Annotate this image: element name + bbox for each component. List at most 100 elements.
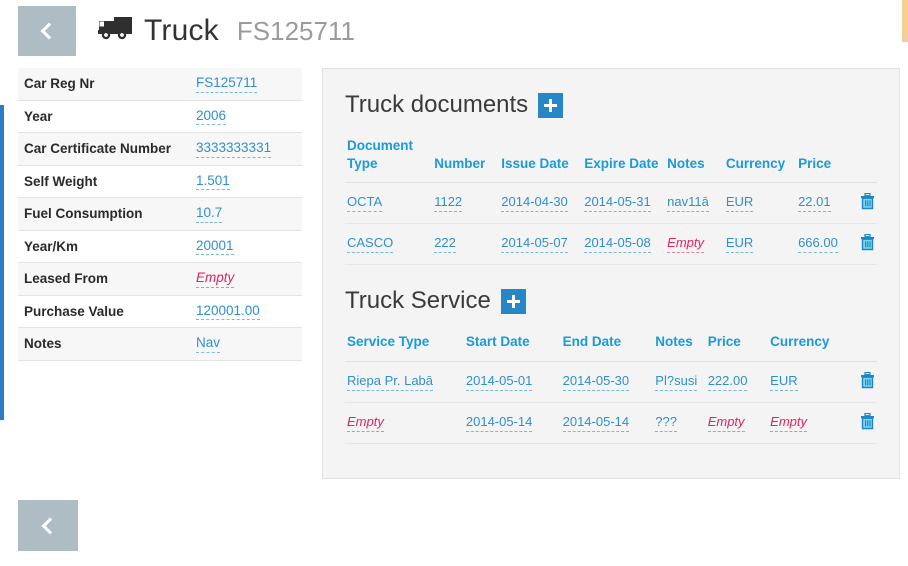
column-header[interactable]: Expire Date (582, 135, 666, 184)
detail-label: Notes (24, 336, 62, 352)
cell-value-editable[interactable]: 2014-05-01 (465, 373, 533, 391)
table-cell: Pl?susi (653, 361, 706, 403)
column-header-actions (852, 135, 877, 184)
column-header[interactable]: Notes (665, 135, 724, 184)
detail-value-editable[interactable]: 1.501 (196, 173, 230, 191)
cell-value-editable[interactable]: 2014-05-08 (584, 236, 651, 254)
trash-icon[interactable] (860, 234, 875, 254)
cell-value-editable[interactable]: EUR (770, 373, 798, 391)
scroll-position-marker[interactable] (902, 0, 908, 42)
column-header[interactable]: Document Type (345, 135, 433, 184)
trash-icon[interactable] (860, 193, 875, 213)
cell-value-editable[interactable]: 222 (434, 236, 456, 254)
truck-service-table: Service Type Start Date End Date Notes Price… (345, 331, 877, 444)
cell-value-editable[interactable]: Riepa Pr. Labā (347, 373, 434, 391)
cell-value-editable[interactable]: CASCO (347, 236, 394, 254)
cell-value-editable[interactable]: 2014-04-30 (501, 195, 568, 213)
detail-value-editable[interactable]: Empty (196, 270, 235, 288)
add-document-button[interactable] (538, 92, 564, 118)
detail-value-cell: 120001.00 (190, 295, 302, 328)
cell-value-editable[interactable]: 2014-05-31 (584, 195, 651, 213)
cell-value-editable[interactable]: EUR (725, 236, 754, 254)
trash-icon[interactable] (860, 412, 875, 433)
table-row: Year/Km 20001 (18, 230, 302, 263)
cell-value-editable[interactable]: Empty (667, 236, 704, 254)
column-header[interactable]: Price (705, 331, 769, 362)
table-row: Self Weight 1.501 (18, 165, 302, 198)
page-title-text: Truck (144, 14, 219, 47)
page-title: Truck FS125711 (98, 14, 355, 48)
trash-icon[interactable] (860, 371, 875, 392)
detail-label: Purchase Value (24, 303, 124, 319)
cell-value-editable[interactable]: 22.01 (798, 195, 831, 213)
column-header[interactable]: Notes (653, 331, 706, 362)
back-button[interactable] (18, 6, 76, 56)
table-cell: Empty (345, 402, 464, 444)
table-row: Car Reg Nr FS125711 (18, 68, 302, 101)
cell-value-editable[interactable]: nav11ā (667, 195, 709, 213)
detail-value-editable[interactable]: 10.7 (196, 205, 223, 223)
column-header[interactable]: Price (796, 135, 853, 184)
detail-value-editable[interactable]: FS125711 (196, 75, 258, 93)
table-cell: CASCO (345, 223, 433, 266)
column-header[interactable]: Currency (723, 135, 797, 184)
detail-value-editable[interactable]: 2006 (196, 108, 227, 126)
cell-value-editable[interactable]: 2014-05-14 (465, 414, 533, 432)
table-cell: 1122 (432, 182, 500, 225)
detail-value-cell: Nav (190, 328, 302, 361)
table-cell: 2014-05-14 (463, 402, 561, 444)
detail-value-editable[interactable]: 120001.00 (196, 303, 260, 321)
detail-value-editable[interactable]: Nav (196, 335, 221, 353)
table-cell: EUR (723, 223, 797, 266)
detail-value-cell: 1.501 (190, 165, 302, 198)
table-cell: 2014-05-07 (499, 223, 583, 266)
table-cell: nav11ā (665, 182, 724, 225)
page-title-subtext: FS125711 (236, 15, 355, 46)
add-service-button[interactable] (500, 288, 526, 314)
cell-value-editable[interactable]: 666.00 (798, 236, 838, 254)
row-actions-cell (852, 182, 877, 225)
detail-label: Fuel Consumption (24, 206, 143, 222)
truck-service-thead: Service Type Start Date End Date Notes Price… (345, 331, 877, 362)
cell-value-editable[interactable]: 2014-05-07 (501, 236, 568, 254)
table-cell: 2014-04-30 (499, 182, 583, 225)
column-header[interactable]: End Date (560, 331, 654, 362)
table-row: Leased From Empty (18, 262, 302, 296)
back-button-bottom[interactable] (18, 500, 78, 551)
detail-label: Car Reg Nr (24, 76, 95, 92)
cell-value-editable[interactable]: Empty (707, 414, 745, 432)
left-accent-rail (0, 105, 4, 420)
table-row: Empty 2014-05-14 2014-05-14??? Empty Empty (345, 402, 877, 444)
cell-value-editable[interactable]: 1122 (434, 195, 463, 213)
truck-documents-title: Truck documents (345, 91, 529, 118)
truck-documents-header: Truck documents (345, 91, 877, 119)
truck-service-header: Truck Service (345, 287, 877, 315)
cell-value-editable[interactable]: 2014-05-14 (562, 414, 630, 432)
cell-value-editable[interactable]: OCTA (347, 195, 383, 213)
row-actions-cell (852, 223, 877, 266)
table-cell: 2014-05-14 (560, 402, 654, 444)
cell-value-editable[interactable]: Empty (347, 414, 384, 432)
detail-label: Self Weight (24, 173, 98, 189)
cell-value-editable[interactable]: Pl?susi (655, 373, 698, 391)
column-header[interactable]: Number (432, 135, 500, 184)
detail-value-cell: 10.7 (190, 198, 302, 231)
table-cell: OCTA (345, 182, 433, 225)
truck-details-table: Car Reg Nr FS125711 Year 2006 Car Certificat… (18, 68, 302, 361)
column-header[interactable]: Start Date (463, 331, 561, 362)
column-header[interactable]: Currency (768, 331, 851, 362)
cell-value-editable[interactable]: Empty (770, 414, 807, 432)
truck-service-tbody: Riepa Pr. Labā 2014-05-01 2014-05-30 Pl?sus… (345, 361, 877, 444)
column-header[interactable]: Service Type (345, 331, 464, 362)
row-actions-cell (850, 361, 877, 403)
column-header[interactable]: Issue Date (499, 135, 583, 184)
truck-service-title: Truck Service (345, 287, 491, 315)
table-row: Car Certificate Number 3333333331 (18, 132, 302, 166)
detail-value-editable[interactable]: 20001 (196, 238, 234, 256)
detail-value-editable[interactable]: 3333333331 (196, 140, 272, 158)
cell-value-editable[interactable]: 2014-05-30 (562, 373, 630, 391)
cell-value-editable[interactable]: ??? (655, 414, 677, 432)
page-root: Truck FS125711 Car Reg Nr FS125711 Year 200… (0, 0, 908, 566)
cell-value-editable[interactable]: 222.00 (707, 373, 748, 391)
cell-value-editable[interactable]: EUR (725, 195, 754, 213)
